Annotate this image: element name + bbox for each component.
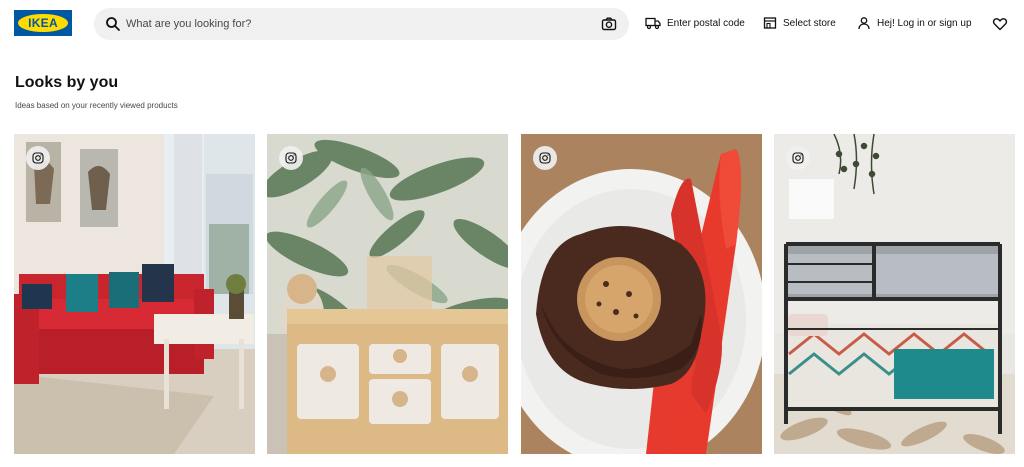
storage-photo — [267, 134, 508, 454]
truck-icon — [645, 17, 661, 30]
instagram-icon — [26, 146, 50, 170]
section-subtitle: Ideas based on your recently viewed prod… — [15, 101, 178, 110]
login-label: Hej! Log in or sign up — [877, 17, 972, 29]
logo-text: IKEA — [28, 16, 58, 30]
select-store-button[interactable]: Select store — [763, 13, 836, 33]
ikea-logo[interactable]: IKEA — [14, 10, 72, 36]
living-room-photo — [14, 134, 255, 454]
muffin-photo — [521, 134, 762, 454]
camera-icon[interactable] — [601, 16, 617, 32]
select-store-label: Select store — [783, 17, 836, 29]
postal-code-button[interactable]: Enter postal code — [645, 13, 745, 33]
look-card-bunk-bed[interactable] — [774, 134, 1015, 454]
search-input[interactable] — [126, 14, 586, 34]
header: IKEA Enter postal code Select store Hej!… — [0, 0, 1024, 48]
user-icon — [858, 17, 870, 30]
search-icon — [105, 16, 121, 32]
postal-code-label: Enter postal code — [667, 17, 745, 29]
looks-gallery — [0, 134, 1024, 454]
instagram-icon — [533, 146, 557, 170]
look-card-storage[interactable] — [267, 134, 508, 454]
instagram-icon — [279, 146, 303, 170]
bunk-bed-photo — [774, 134, 1015, 454]
logo-oval: IKEA — [18, 14, 68, 32]
login-button[interactable]: Hej! Log in or sign up — [857, 13, 972, 33]
store-icon — [763, 17, 777, 29]
heart-icon[interactable] — [992, 16, 1008, 32]
search-bar[interactable] — [94, 8, 629, 40]
look-card-muffin[interactable] — [521, 134, 762, 454]
look-card-living-room[interactable] — [14, 134, 255, 454]
section-title: Looks by you — [15, 74, 119, 91]
instagram-icon — [786, 146, 810, 170]
